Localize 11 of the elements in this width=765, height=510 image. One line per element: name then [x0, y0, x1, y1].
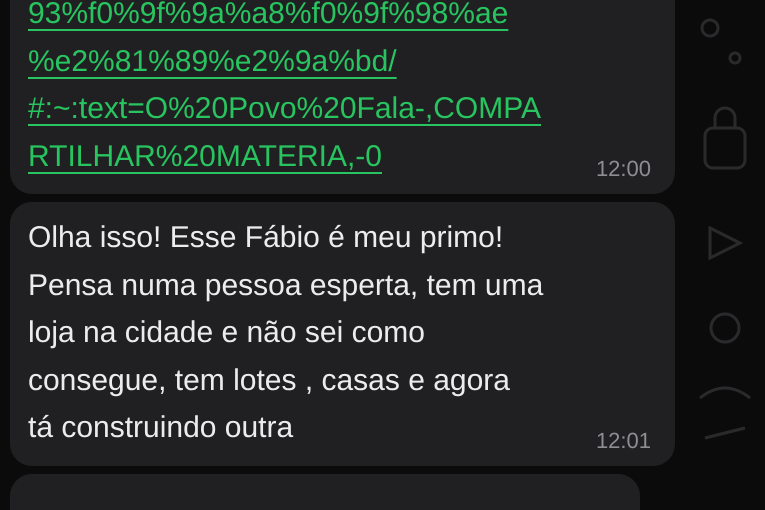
message-text: Pensa numa pessoa esperta, tem uma	[28, 268, 544, 304]
link[interactable]: RTILHAR%20MATERIA,-0	[28, 132, 382, 180]
link[interactable]: #:~:text=O%20Povo%20Fala-,COMPA	[28, 85, 542, 132]
message-text: Olha isso! Esse Fábio é meu primo!	[28, 220, 504, 256]
link[interactable]: 93%f0%9f%9a%a8%f0%9f%98%ae	[28, 0, 508, 38]
link[interactable]: %e2%81%89%e2%9a%bd/	[28, 38, 397, 85]
message-time: 12:00	[596, 156, 651, 182]
message-text: consegue, tem lotes , casas e agora	[28, 362, 510, 398]
message-time: 12:01	[596, 428, 651, 454]
message-text: loja na cidade e não sei como	[28, 315, 425, 351]
message-text: tá construindo outra	[28, 410, 294, 446]
